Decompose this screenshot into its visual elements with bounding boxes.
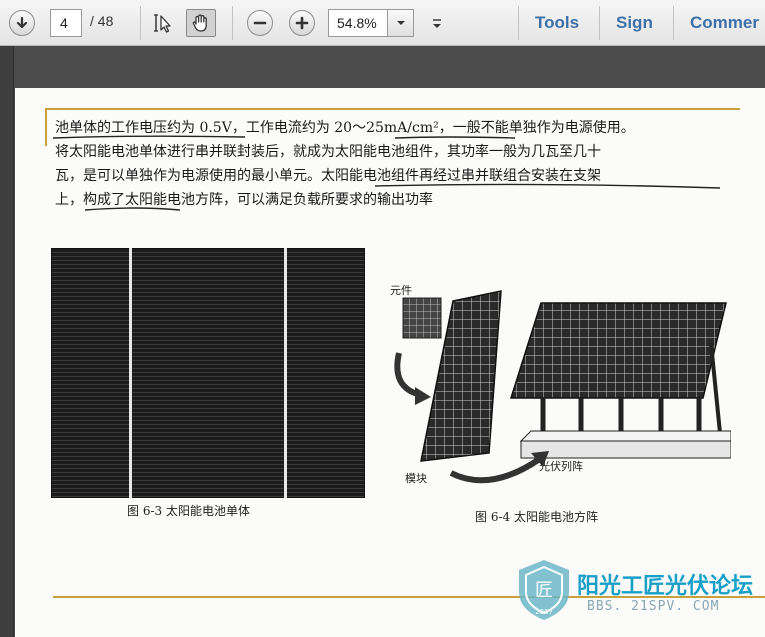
- select-tool-button[interactable]: [148, 9, 178, 37]
- document-page[interactable]: 池单体的工作电压约为 0.5V，工作电流约为 20～25mA/cm²，一般不能单…: [15, 88, 765, 637]
- hand-icon: [192, 14, 207, 32]
- next-page-button[interactable]: [9, 10, 35, 36]
- zoom-out-icon: [253, 21, 267, 25]
- svg-text:2007: 2007: [535, 608, 553, 616]
- figure-caption-left: 图 6-3 太阳能电池单体: [127, 504, 250, 518]
- watermark-site-name: 阳光工匠光伏论坛: [577, 574, 754, 599]
- label-array: 光伏列阵: [539, 460, 583, 473]
- handwritten-underlines: [52, 135, 721, 211]
- more-tools-button[interactable]: [428, 12, 446, 34]
- toolbar-divider: [599, 6, 600, 40]
- figure-caption-right: 图 6-4 太阳能电池方阵: [475, 510, 598, 524]
- hand-tool-button[interactable]: [186, 9, 216, 37]
- toolbar-divider: [140, 6, 141, 40]
- svg-text:匠: 匠: [535, 580, 553, 601]
- zoom-out-button[interactable]: [247, 10, 273, 36]
- zoom-in-icon: [295, 16, 309, 30]
- select-cursor-icon: [154, 14, 171, 33]
- chevron-down-icon: [396, 21, 405, 25]
- viewer-background: [0, 46, 765, 88]
- toolbar-divider: [518, 6, 519, 40]
- page-total-label: / 48: [90, 13, 114, 29]
- tools-link[interactable]: Tools: [535, 13, 579, 33]
- next-page-icon: [16, 16, 28, 29]
- toolbar-divider: [232, 6, 233, 40]
- comment-link[interactable]: Commer: [690, 13, 759, 33]
- sign-link[interactable]: Sign: [616, 13, 653, 33]
- zoom-dropdown-button[interactable]: [388, 9, 414, 37]
- label-module: 模块: [405, 472, 427, 485]
- side-panel-edge[interactable]: [0, 46, 14, 637]
- more-tools-icon: [433, 19, 441, 28]
- toolbar: 4 / 48 54.8% Tools Sign Commer: [0, 0, 765, 46]
- zoom-level-input[interactable]: 54.8%: [328, 9, 388, 37]
- label-cell: 元件: [390, 284, 412, 297]
- forum-logo-icon: 匠 2007: [519, 560, 569, 620]
- solar-cell-figure: [51, 248, 365, 498]
- zoom-in-button[interactable]: [289, 10, 315, 36]
- watermark-url: BBS. 21SPV. COM: [587, 599, 720, 614]
- toolbar-divider: [673, 6, 674, 40]
- page-number-input[interactable]: 4: [50, 9, 82, 37]
